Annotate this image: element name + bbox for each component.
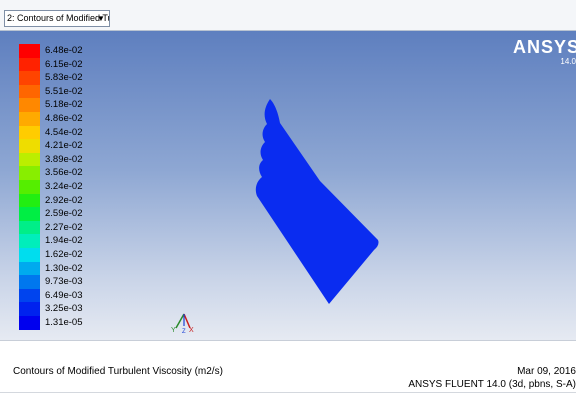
axes-triad: Y X Z [171,313,194,334]
graphics-footer: Contours of Modified Turbulent Viscosity… [0,340,576,393]
plot-caption: Contours of Modified Turbulent Viscosity… [13,366,223,377]
graphics-toolbar: 2: Contours of Modified Turb ▼ [0,0,576,31]
graphics-viewport[interactable]: 6.48e-02 6.15e-02 5.83e-02 5.51e-02 5.18e-02… [0,31,576,340]
solver-build-info: ANSYS FLUENT 14.0 (3d, pbns, S-A) [408,379,576,390]
contour-region [255,99,379,304]
chevron-down-icon[interactable]: ▼ [95,11,107,26]
graphics-window-select[interactable]: 2: Contours of Modified Turb ▼ [4,10,110,27]
plot-date: Mar 09, 2016 [517,366,576,377]
contour-geometry[interactable] [0,31,576,340]
axis-z-label: Z [182,329,186,334]
axis-y-label: Y [171,327,176,334]
window-bottom-edge [0,392,576,403]
axis-x-label: X [189,327,194,334]
